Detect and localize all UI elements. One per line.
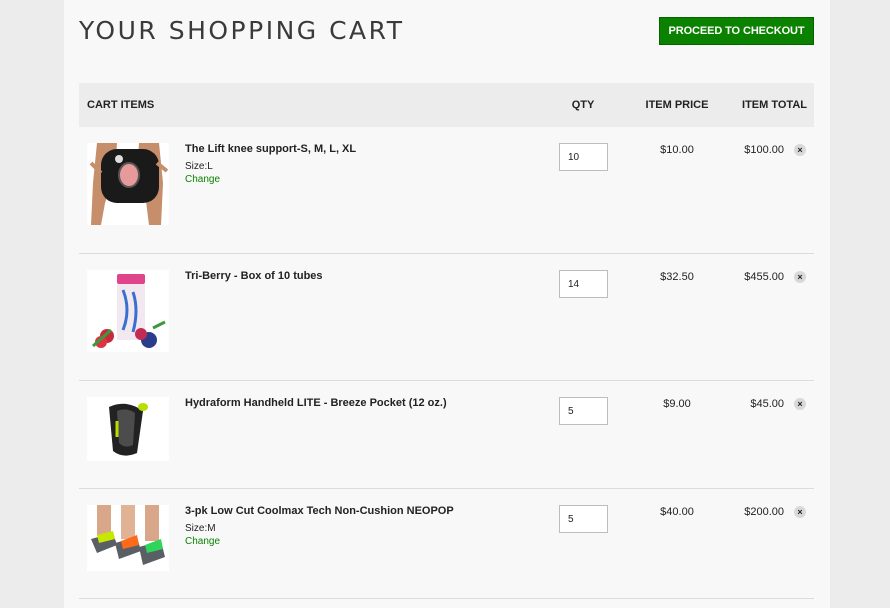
item-total: $455.00 [744,271,784,283]
quantity-input[interactable]: 14 [559,270,608,298]
item-total: $100.00 [744,144,784,156]
change-link[interactable]: Change [185,536,220,547]
change-link[interactable]: Change [185,174,220,185]
quantity-input[interactable]: 10 [559,143,608,171]
product-name[interactable]: The Lift knee support-S, M, L, XL [185,143,356,155]
product-name[interactable]: Tri-Berry - Box of 10 tubes [185,270,323,282]
column-header-qty: QTY [571,99,595,111]
cart-row: 3-pk Low Cut Coolmax Tech Non-Cushion NE… [79,489,814,599]
cart-table-header: CART ITEMS QTY ITEM PRICE ITEM TOTAL [79,83,814,127]
item-total: $45.00 [750,398,784,410]
product-size: Size:L [185,161,213,172]
product-name[interactable]: 3-pk Low Cut Coolmax Tech Non-Cushion NE… [185,505,454,517]
knee-support-image[interactable] [87,143,169,225]
item-total: $200.00 [744,506,784,518]
item-price: $40.00 [660,506,694,518]
remove-item-icon[interactable]: × [794,506,806,518]
quantity-input[interactable]: 5 [559,505,608,533]
handheld-bottle-image[interactable] [87,397,169,461]
remove-item-icon[interactable]: × [794,271,806,283]
quantity-input[interactable]: 5 [559,397,608,425]
cart-row: Hydraform Handheld LITE - Breeze Pocket … [79,381,814,489]
page-title: YOUR SHOPPING CART [79,16,405,45]
column-header-item-price: ITEM PRICE [645,99,709,111]
remove-item-icon[interactable]: × [794,144,806,156]
product-name[interactable]: Hydraform Handheld LITE - Breeze Pocket … [185,397,447,409]
item-price: $32.50 [660,271,694,283]
proceed-to-checkout-button[interactable]: PROCEED TO CHECKOUT [659,17,814,45]
column-header-cart-items: CART ITEMS [87,99,155,111]
column-header-item-total: ITEM TOTAL [742,99,807,111]
cart-panel: YOUR SHOPPING CART PROCEED TO CHECKOUT C… [64,0,830,608]
item-price: $9.00 [663,398,691,410]
product-size: Size:M [185,523,216,534]
cart-row: The Lift knee support-S, M, L, XL Size:L… [79,127,814,254]
tri-berry-tube-image[interactable] [87,270,169,352]
cart-row: Tri-Berry - Box of 10 tubes 14 $32.50 $4… [79,254,814,381]
item-price: $10.00 [660,144,694,156]
socks-image[interactable] [87,505,169,571]
remove-item-icon[interactable]: × [794,398,806,410]
